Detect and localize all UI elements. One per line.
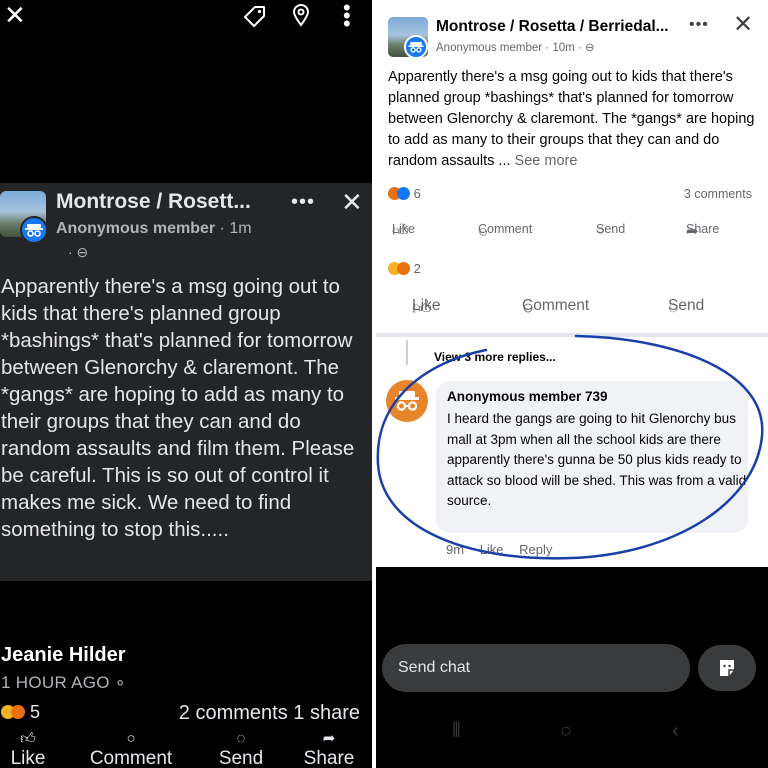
recent-apps-icon[interactable]: ⦀ — [452, 720, 461, 743]
reaction-count-secondary: 2 — [413, 261, 421, 276]
view-more-replies-link[interactable]: View 3 more replies... — [434, 350, 556, 364]
action-bar: 👍︎ Like ○ Comment ◌ Send ➦ Share — [376, 222, 768, 246]
commenter-avatar-icon[interactable] — [386, 380, 428, 422]
group-name[interactable]: Montrose / Rosett... — [56, 190, 251, 214]
messenger-icon: ◌ — [236, 730, 246, 747]
member-time: Anonymous member · 10m · — [436, 42, 582, 54]
see-more-link[interactable]: See more — [515, 153, 578, 169]
member-label: Anonymous member — [56, 220, 216, 237]
screenshot-collage: ✕ • • • Montrose / Rosett... ••• ✕ Anonymo… — [0, 0, 768, 768]
send-label: Send — [218, 748, 264, 768]
post-close-icon[interactable]: ✕ — [733, 10, 753, 39]
like-reaction-icon — [397, 187, 410, 200]
action-bar: 👍︎ Like ○ Comment ◌ Send ➦ Share — [0, 730, 372, 768]
post-meta: Anonymous member · 1m — [56, 220, 252, 238]
audience-icon: · ⊖ — [68, 244, 89, 260]
comment-label: Comment — [522, 297, 590, 314]
reply-thread-line — [406, 340, 408, 365]
close-icon[interactable]: ✕ — [4, 2, 26, 28]
send-chat-placeholder: Send chat — [398, 659, 471, 676]
time-ago-text: 1 HOUR AGO — [1, 673, 110, 692]
anonymous-avatar-icon — [404, 35, 428, 59]
send-label: Send — [596, 222, 626, 236]
engagement-stats[interactable]: 2 comments 1 share — [179, 702, 360, 725]
post-body: Apparently there's a msg going out to ki… — [388, 67, 764, 172]
location-pin-icon[interactable] — [290, 3, 312, 27]
comment-like-link[interactable]: Like — [480, 542, 504, 557]
section-separator — [376, 333, 768, 337]
angry-reaction-icon — [397, 262, 410, 275]
reactions[interactable]: 6 — [388, 186, 421, 201]
back-icon[interactable]: ‹ — [672, 720, 679, 743]
comment-time: 9m — [446, 542, 465, 557]
anonymous-avatar-icon — [20, 216, 48, 244]
comment-count[interactable]: 2 comments — [179, 702, 288, 724]
sticker-button[interactable] — [698, 645, 756, 691]
like-label: Like — [10, 748, 46, 768]
comment-text: I heard the gangs are going to hit Gleno… — [447, 411, 747, 508]
sticker-icon — [720, 660, 734, 676]
comment-count[interactable]: 3 comments — [684, 187, 752, 201]
comment-meta: 9m Like Reply — [446, 542, 564, 557]
reactions[interactable]: 5 — [1, 702, 40, 723]
share-label: Share — [686, 222, 720, 236]
like-label: Like — [412, 297, 441, 314]
like-button[interactable]: 👍︎ Like — [6, 730, 50, 768]
left-screenshot: ✕ • • • Montrose / Rosett... ••• ✕ Anonymo… — [0, 0, 372, 768]
post-more-icon[interactable]: ••• — [689, 16, 709, 34]
author-name[interactable]: Jeanie Hilder — [1, 644, 126, 667]
post-close-icon[interactable]: ✕ — [341, 187, 363, 218]
action-bar-secondary: 👍︎ Like ○ Comment ◌ Send — [376, 297, 768, 323]
reaction-count: 6 — [413, 186, 421, 201]
right-screenshot: Montrose / Rosetta / Berriedal... ••• ✕ … — [376, 0, 768, 768]
group-name[interactable]: Montrose / Rosetta / Berriedal... — [436, 18, 669, 36]
share-button[interactable]: ➦ Share — [298, 730, 360, 768]
tag-icon[interactable] — [243, 4, 267, 28]
share-count[interactable]: 1 share — [293, 702, 360, 724]
post-body: Apparently there's a msg going out to ki… — [1, 275, 355, 541]
send-label: Send — [668, 297, 705, 314]
dot-icon: ∘ — [114, 673, 126, 692]
comment-button[interactable]: ○ Comment — [80, 730, 182, 768]
top-bar: ✕ • • • — [0, 0, 372, 35]
commenter-name[interactable]: Anonymous member 739 — [447, 389, 608, 404]
time-ago: 1 HOUR AGO ∘ — [1, 673, 126, 693]
post-more-icon[interactable]: ••• — [291, 191, 315, 214]
comment-reply-link[interactable]: Reply — [519, 542, 552, 557]
post-meta: Anonymous member · 10m · ⊖ — [436, 40, 595, 54]
post-time: · 1m — [219, 220, 252, 237]
post-card: Montrose / Rosett... ••• ✕ Anonymous mem… — [0, 183, 372, 581]
more-options-icon[interactable]: • • • — [343, 0, 351, 35]
comment-label: Comment — [478, 222, 533, 236]
reactions-secondary[interactable]: 2 — [388, 261, 421, 276]
share-icon: ➦ — [322, 730, 336, 747]
like-label: Like — [392, 222, 415, 236]
send-button[interactable]: ◌ Send — [214, 730, 268, 768]
share-label: Share — [303, 748, 355, 768]
comment-icon: ○ — [126, 730, 136, 747]
system-nav-bar: ⦀ ○ ‹ — [376, 720, 768, 750]
home-icon[interactable]: ○ — [560, 720, 572, 743]
audience-icon: ⊖ — [584, 42, 595, 54]
thumbs-up-icon: 👍︎ — [20, 730, 36, 747]
reaction-count: 5 — [30, 702, 41, 722]
comment-label: Comment — [89, 748, 173, 768]
angry-reaction-icon — [11, 705, 25, 719]
